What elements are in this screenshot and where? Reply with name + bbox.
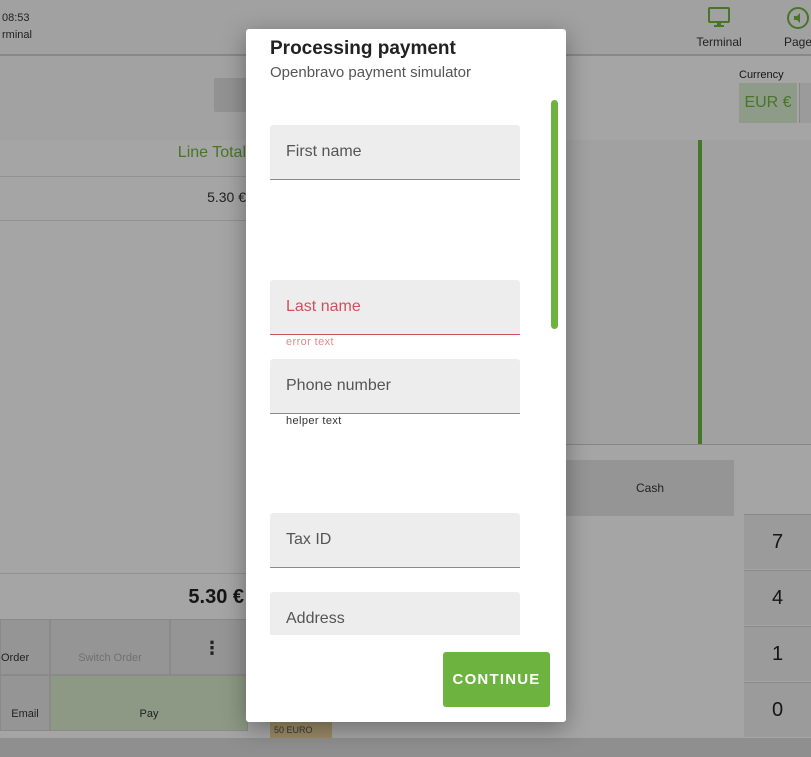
phone-number-input[interactable] bbox=[270, 359, 520, 413]
dialog-subtitle: Openbravo payment simulator bbox=[270, 64, 471, 81]
continue-button[interactable]: CONTINUE bbox=[443, 652, 550, 707]
form-scrollbar[interactable] bbox=[551, 100, 558, 329]
first-name-field[interactable] bbox=[270, 125, 520, 180]
address-input[interactable] bbox=[270, 592, 520, 635]
last-name-input[interactable] bbox=[270, 280, 520, 334]
phone-number-helper-text: helper text bbox=[286, 415, 342, 427]
last-name-error-text: error text bbox=[286, 336, 335, 348]
processing-payment-dialog: Processing payment Openbravo payment sim… bbox=[246, 29, 566, 722]
first-name-input[interactable] bbox=[270, 125, 520, 179]
address-field[interactable] bbox=[270, 592, 520, 635]
tax-id-field[interactable] bbox=[270, 513, 520, 568]
last-name-field[interactable] bbox=[270, 280, 520, 335]
phone-number-field[interactable] bbox=[270, 359, 520, 414]
tax-id-input[interactable] bbox=[270, 513, 520, 567]
dialog-title: Processing payment bbox=[270, 38, 456, 59]
payment-form[interactable]: error text helper text bbox=[246, 95, 566, 635]
